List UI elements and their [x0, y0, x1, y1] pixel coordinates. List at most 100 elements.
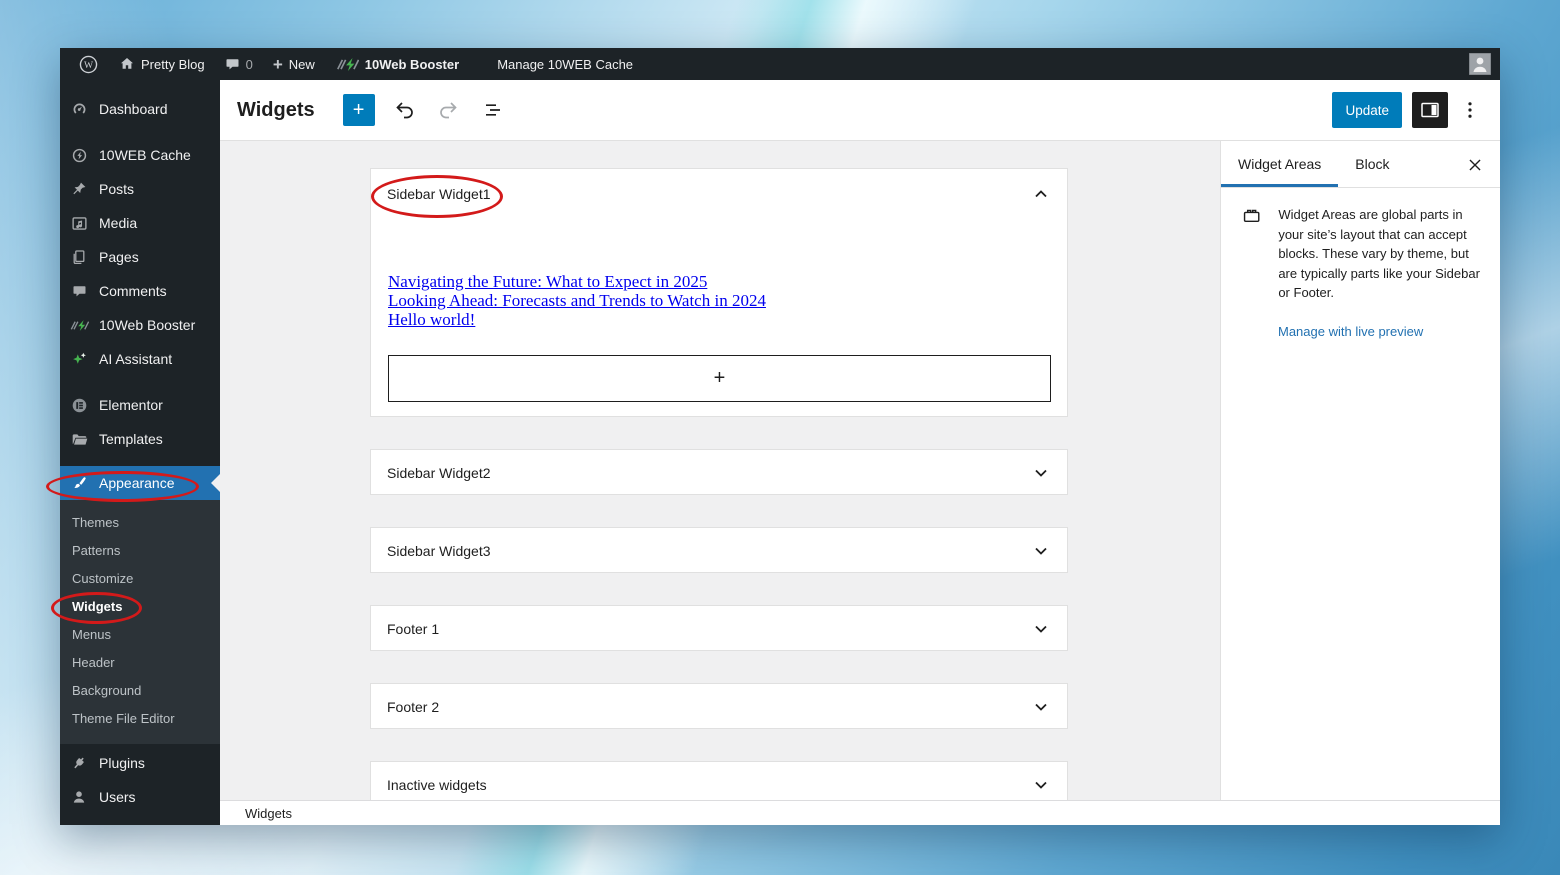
visit-site-menu[interactable]: Pretty Blog: [109, 48, 215, 80]
widget-area-panel-sidebar-widget3: Sidebar Widget3: [370, 527, 1068, 573]
list-view-button[interactable]: [475, 92, 511, 128]
booster-bolt-icon: [335, 57, 359, 72]
widget-area-panel-sidebar-widget2: Sidebar Widget2: [370, 449, 1068, 495]
widget-areas-description: Widget Areas are global parts in your si…: [1278, 205, 1480, 303]
submenu-item-customize[interactable]: Customize: [60, 564, 220, 592]
chevron-down-icon: [1029, 773, 1053, 797]
sidebar-item-elementor[interactable]: Elementor: [60, 388, 220, 422]
tab-widget-areas[interactable]: Widget Areas: [1221, 141, 1338, 187]
widget-area-panel-footer-1: Footer 1: [370, 605, 1068, 651]
manage-cache-label: Manage 10WEB Cache: [497, 57, 633, 72]
settings-sidebar: Widget Areas Block Widget Areas are glob…: [1220, 141, 1500, 800]
sidebar-item-templates[interactable]: Templates: [60, 422, 220, 456]
submenu-item-themes[interactable]: Themes: [60, 508, 220, 536]
wordpress-admin-window: W Pretty Blog 0 + New 10Web: [60, 48, 1500, 825]
pages-icon: [69, 249, 89, 265]
sidebar-item-label: Tools: [99, 823, 132, 825]
sidebar-item-dashboard[interactable]: Dashboard: [60, 92, 220, 126]
sidebar-item-tools[interactable]: Tools: [60, 814, 220, 825]
sidebar-item-label: Appearance: [99, 475, 175, 491]
wordpress-logo-menu[interactable]: W: [68, 48, 109, 80]
close-settings-button[interactable]: [1457, 147, 1493, 183]
submenu-item-widgets[interactable]: Widgets: [60, 592, 220, 620]
submenu-item-background[interactable]: Background: [60, 676, 220, 704]
booster-menu[interactable]: 10Web Booster: [325, 48, 469, 80]
panel-title: Footer 2: [387, 699, 439, 715]
widget-area-icon: [1241, 205, 1262, 227]
sidebar-item-pages[interactable]: Pages: [60, 240, 220, 274]
panel-header-footer-2[interactable]: Footer 2: [371, 684, 1067, 730]
widget-area-panel-sidebar-widget1: Sidebar Widget1 Navigating the Future: W…: [370, 168, 1068, 417]
sidebar-item-10web-booster[interactable]: 10Web Booster: [60, 308, 220, 342]
appearance-submenu: Themes Patterns Customize Widgets Menus …: [60, 500, 220, 744]
dashboard-icon: [69, 101, 89, 118]
manage-cache-menu[interactable]: Manage 10WEB Cache: [487, 48, 643, 80]
comments-menu[interactable]: 0: [215, 48, 263, 80]
sidebar-item-label: Plugins: [99, 755, 145, 771]
submenu-label: Background: [72, 683, 141, 698]
sidebar-item-users[interactable]: Users: [60, 780, 220, 814]
plus-icon: +: [353, 99, 365, 121]
page-title: Widgets: [237, 99, 315, 122]
redo-icon: [436, 98, 460, 122]
plus-icon: +: [714, 367, 726, 390]
submenu-label: Patterns: [72, 543, 120, 558]
new-content-menu[interactable]: + New: [263, 48, 325, 80]
manage-live-preview-link[interactable]: Manage with live preview: [1278, 324, 1423, 339]
block-appender-button[interactable]: +: [388, 355, 1051, 402]
post-link[interactable]: Navigating the Future: What to Expect in…: [388, 272, 1051, 291]
redo-button[interactable]: [430, 92, 466, 128]
submenu-item-patterns[interactable]: Patterns: [60, 536, 220, 564]
sidebar-item-appearance[interactable]: Appearance: [60, 466, 220, 500]
sidebar-item-comments[interactable]: Comments: [60, 274, 220, 308]
panel-title: Sidebar Widget1: [387, 186, 491, 202]
sidebar-item-label: Pages: [99, 249, 139, 265]
panel-header-sidebar-widget1[interactable]: Sidebar Widget1: [371, 169, 1067, 219]
home-icon: [119, 56, 135, 72]
new-label: New: [289, 57, 315, 72]
post-link[interactable]: Hello world!: [388, 310, 1051, 329]
sidebar-item-label: 10Web Booster: [99, 317, 195, 333]
panel-title: Sidebar Widget2: [387, 465, 491, 481]
latest-posts-block: Navigating the Future: What to Expect in…: [388, 272, 1051, 329]
sidebar-item-label: Elementor: [99, 397, 163, 413]
update-button[interactable]: Update: [1332, 92, 1402, 128]
sidebar-item-posts[interactable]: Posts: [60, 172, 220, 206]
panel-header-sidebar-widget2[interactable]: Sidebar Widget2: [371, 450, 1067, 496]
elementor-icon: [69, 397, 89, 414]
widget-area-panel-footer-2: Footer 2: [370, 683, 1068, 729]
cache-icon: [69, 147, 89, 164]
sidebar-item-label: Templates: [99, 431, 163, 447]
sidebar-item-10web-cache[interactable]: 10WEB Cache: [60, 138, 220, 172]
widget-area-panel-inactive-widgets: Inactive widgets: [370, 761, 1068, 800]
sidebar-item-label: Dashboard: [99, 101, 168, 117]
block-inserter-button[interactable]: +: [343, 94, 375, 126]
submenu-item-menus[interactable]: Menus: [60, 620, 220, 648]
tab-block[interactable]: Block: [1338, 141, 1406, 187]
comment-bubble-icon: [225, 57, 240, 72]
sidebar-item-plugins[interactable]: Plugins: [60, 746, 220, 780]
submenu-item-theme-file-editor[interactable]: Theme File Editor: [60, 704, 220, 732]
options-menu-button[interactable]: [1458, 92, 1482, 128]
sidebar-item-label: Media: [99, 215, 137, 231]
undo-button[interactable]: [387, 92, 423, 128]
panel-header-footer-1[interactable]: Footer 1: [371, 606, 1067, 652]
close-icon: [1464, 154, 1486, 176]
panel-header-inactive-widgets[interactable]: Inactive widgets: [371, 762, 1067, 800]
user-avatar[interactable]: [1469, 53, 1491, 75]
undo-icon: [393, 98, 417, 122]
ai-assistant-icon: [69, 351, 89, 368]
settings-panel-toggle[interactable]: [1412, 92, 1448, 128]
sidebar-item-ai-assistant[interactable]: AI Assistant: [60, 342, 220, 376]
list-view-icon: [481, 98, 505, 122]
submenu-item-header[interactable]: Header: [60, 648, 220, 676]
sidebar-item-label: Comments: [99, 283, 167, 299]
kebab-menu-icon: [1458, 98, 1482, 122]
chevron-down-icon: [1029, 695, 1053, 719]
panel-header-sidebar-widget3[interactable]: Sidebar Widget3: [371, 528, 1067, 574]
post-link[interactable]: Looking Ahead: Forecasts and Trends to W…: [388, 291, 1051, 310]
booster-icon: [69, 319, 89, 332]
sidebar-item-label: Users: [99, 789, 136, 805]
sidebar-item-media[interactable]: Media: [60, 206, 220, 240]
plugins-icon: [69, 755, 89, 771]
